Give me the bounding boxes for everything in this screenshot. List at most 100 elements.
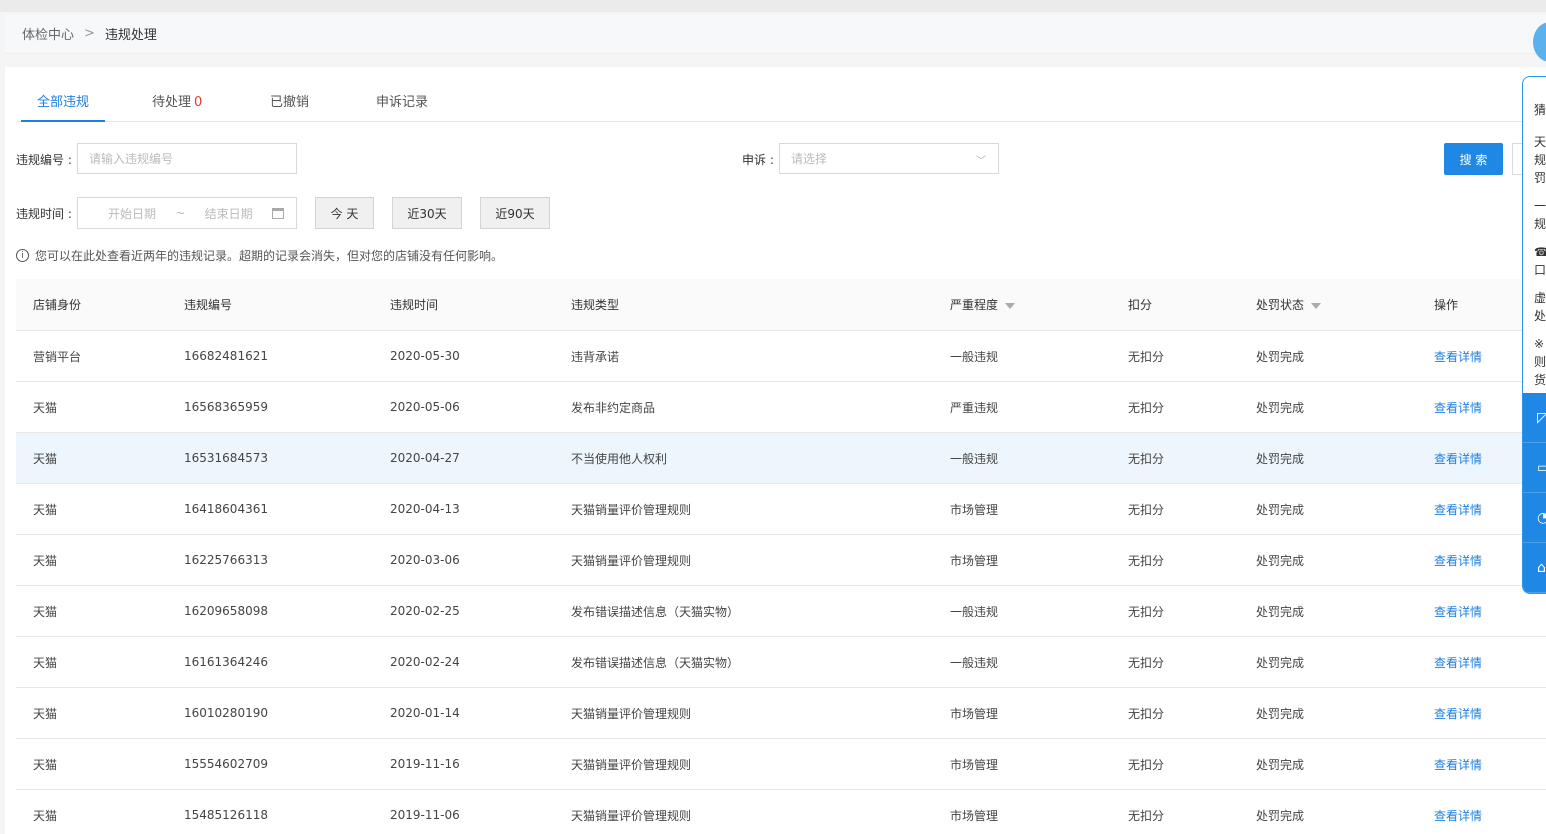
- side-panel-line: 规: [1534, 217, 1546, 231]
- last-90-days-button[interactable]: 近90天: [480, 197, 550, 229]
- date-label: 违规时间 :: [16, 207, 72, 221]
- appeal-label: 申诉 :: [742, 153, 774, 167]
- search-button[interactable]: 搜 索: [1444, 143, 1503, 175]
- cell-severity: 市场管理: [950, 706, 999, 721]
- cell-violation-time: 2020-03-06: [390, 553, 460, 567]
- view-details-link[interactable]: 查看详情: [1434, 433, 1482, 483]
- view-details-link[interactable]: 查看详情: [1434, 331, 1482, 381]
- view-details-link[interactable]: 查看详情: [1434, 637, 1482, 687]
- cell-deduction: 无扣分: [1128, 757, 1165, 772]
- cell-deduction: 无扣分: [1128, 808, 1165, 823]
- header-store-identity: 店铺身份: [33, 298, 82, 312]
- cell-violation-no: 16531684573: [184, 451, 268, 465]
- view-details-link[interactable]: 查看详情: [1434, 790, 1482, 834]
- cell-deduction: 无扣分: [1128, 400, 1165, 415]
- table-row: 天猫 16418604361 2020-04-13 天猫销量评价管理规则 市场管理 无扣分…: [16, 484, 1546, 535]
- help-icon[interactable]: ◔: [1523, 493, 1546, 543]
- header-violation-type: 违规类型: [571, 298, 620, 312]
- range-separator: ~: [175, 206, 186, 220]
- chevron-down-icon: ﹀: [976, 156, 986, 167]
- breadcrumb: 体检中心 > 违规处理: [5, 14, 1546, 54]
- cell-penalty-status: 处罚完成: [1256, 553, 1305, 568]
- header-severity-label: 严重程度: [950, 298, 999, 312]
- view-details-link[interactable]: 查看详情: [1434, 739, 1482, 789]
- cell-store-identity: 天猫: [33, 502, 58, 517]
- breadcrumb-home[interactable]: 体检中心: [22, 24, 74, 43]
- pending-count: 0: [194, 95, 203, 110]
- cell-violation-type: 发布错误描述信息（天猫实物）: [571, 655, 740, 670]
- table-row: 天猫 16531684573 2020-04-27 不当使用他人权利 一般违规 无扣分 处罚…: [16, 433, 1546, 484]
- header-violation-no: 违规编号: [184, 298, 233, 312]
- side-panel-line: 口: [1534, 263, 1546, 277]
- tab-revoked[interactable]: 已撤销: [270, 91, 309, 122]
- table-row: 天猫 15554602709 2019-11-16 天猫销量评价管理规则 市场管理 无扣分…: [16, 739, 1546, 790]
- side-assistant-panel: 猜天规罚一规☎口虚处※则货 ◸ ▭ ◔ ⌂: [1522, 76, 1546, 594]
- notice: i 您可以在此处查看近两年的违规记录。超期的记录会消失，但对您的店铺没有任何影响…: [16, 247, 503, 264]
- violation-no-input[interactable]: 请输入违规编号: [77, 143, 297, 174]
- feedback-icon[interactable]: ▭: [1523, 443, 1546, 493]
- cell-violation-type: 不当使用他人权利: [571, 451, 668, 466]
- tab-label: 全部违规: [37, 95, 90, 110]
- table-row: 天猫 16209658098 2020-02-25 发布错误描述信息（天猫实物） 一般违…: [16, 586, 1546, 637]
- cell-store-identity: 营销平台: [33, 349, 82, 364]
- cell-store-identity: 天猫: [33, 451, 58, 466]
- table-header: 店铺身份 违规编号 违规时间 违规类型 严重程度 扣分 处罚状态 操作: [16, 279, 1546, 331]
- cell-severity: 严重违规: [950, 400, 999, 415]
- view-details-link[interactable]: 查看详情: [1434, 688, 1482, 738]
- cell-penalty-status: 处罚完成: [1256, 604, 1305, 619]
- side-panel-line: 则: [1534, 355, 1546, 369]
- cell-violation-type: 发布非约定商品: [571, 400, 656, 415]
- tab-all-violations[interactable]: 全部违规: [21, 91, 106, 122]
- date-range-picker[interactable]: 开始日期 ~ 结束日期: [77, 197, 297, 229]
- appeal-select[interactable]: 请选择 ﹀: [779, 143, 999, 174]
- side-panel-line: ※: [1534, 337, 1545, 351]
- cell-store-identity: 天猫: [33, 604, 58, 619]
- violation-no-placeholder: 请输入违规编号: [89, 152, 174, 166]
- cell-violation-time: 2019-11-06: [390, 808, 460, 822]
- cell-violation-time: 2020-02-24: [390, 655, 460, 669]
- cell-violation-time: 2019-11-16: [390, 757, 460, 771]
- tab-appeal-records[interactable]: 申诉记录: [376, 91, 428, 122]
- cell-violation-no: 16010280190: [184, 706, 268, 720]
- filter-icon[interactable]: [1005, 302, 1016, 309]
- cell-violation-no: 16161364246: [184, 655, 268, 669]
- view-details-link[interactable]: 查看详情: [1434, 535, 1482, 585]
- cell-violation-time: 2020-05-30: [390, 349, 460, 363]
- end-date-placeholder: 结束日期: [204, 206, 253, 221]
- tab-pending[interactable]: 待处理 0: [152, 91, 202, 122]
- header-penalty-status-label: 处罚状态: [1256, 298, 1305, 312]
- header-deduction: 扣分: [1128, 298, 1153, 312]
- view-details-link[interactable]: 查看详情: [1434, 586, 1482, 636]
- table-row: 天猫 16161364246 2020-02-24 发布错误描述信息（天猫实物） 一般违…: [16, 637, 1546, 688]
- side-panel-line: 处: [1534, 309, 1546, 323]
- cell-deduction: 无扣分: [1128, 502, 1165, 517]
- cell-violation-no: 16209658098: [184, 604, 268, 618]
- header-penalty-status[interactable]: 处罚状态: [1256, 279, 1322, 330]
- header-severity[interactable]: 严重程度: [950, 279, 1016, 330]
- home-icon[interactable]: ⌂: [1523, 543, 1546, 593]
- table-row: 天猫 15485126118 2019-11-06 天猫销量评价管理规则 市场管理 无扣分…: [16, 790, 1546, 834]
- start-date-placeholder: 开始日期: [108, 206, 157, 221]
- side-panel-line: 规: [1534, 153, 1546, 167]
- bell-icon[interactable]: ◸: [1523, 393, 1546, 443]
- filter-icon[interactable]: [1311, 302, 1322, 309]
- last-30-days-button[interactable]: 近30天: [392, 197, 462, 229]
- cell-penalty-status: 处罚完成: [1256, 655, 1305, 670]
- breadcrumb-current: 违规处理: [104, 28, 157, 43]
- cell-store-identity: 天猫: [33, 400, 58, 415]
- cell-store-identity: 天猫: [33, 706, 58, 721]
- view-details-link[interactable]: 查看详情: [1434, 484, 1482, 534]
- cell-penalty-status: 处罚完成: [1256, 400, 1305, 415]
- cell-violation-time: 2020-04-27: [390, 451, 460, 465]
- today-button[interactable]: 今 天: [315, 197, 374, 229]
- cell-severity: 市场管理: [950, 808, 999, 823]
- table-row: 天猫 16568365959 2020-05-06 发布非约定商品 严重违规 无扣分 处罚完…: [16, 382, 1546, 433]
- cell-violation-type: 天猫销量评价管理规则: [571, 553, 692, 568]
- cell-violation-type: 发布错误描述信息（天猫实物）: [571, 604, 740, 619]
- cell-store-identity: 天猫: [33, 757, 58, 772]
- side-panel-line: 虚: [1534, 291, 1546, 305]
- cell-store-identity: 天猫: [33, 553, 58, 568]
- side-toolbar: ◸ ▭ ◔ ⌂: [1523, 393, 1546, 593]
- tab-label: 已撤销: [270, 95, 310, 110]
- view-details-link[interactable]: 查看详情: [1434, 382, 1482, 432]
